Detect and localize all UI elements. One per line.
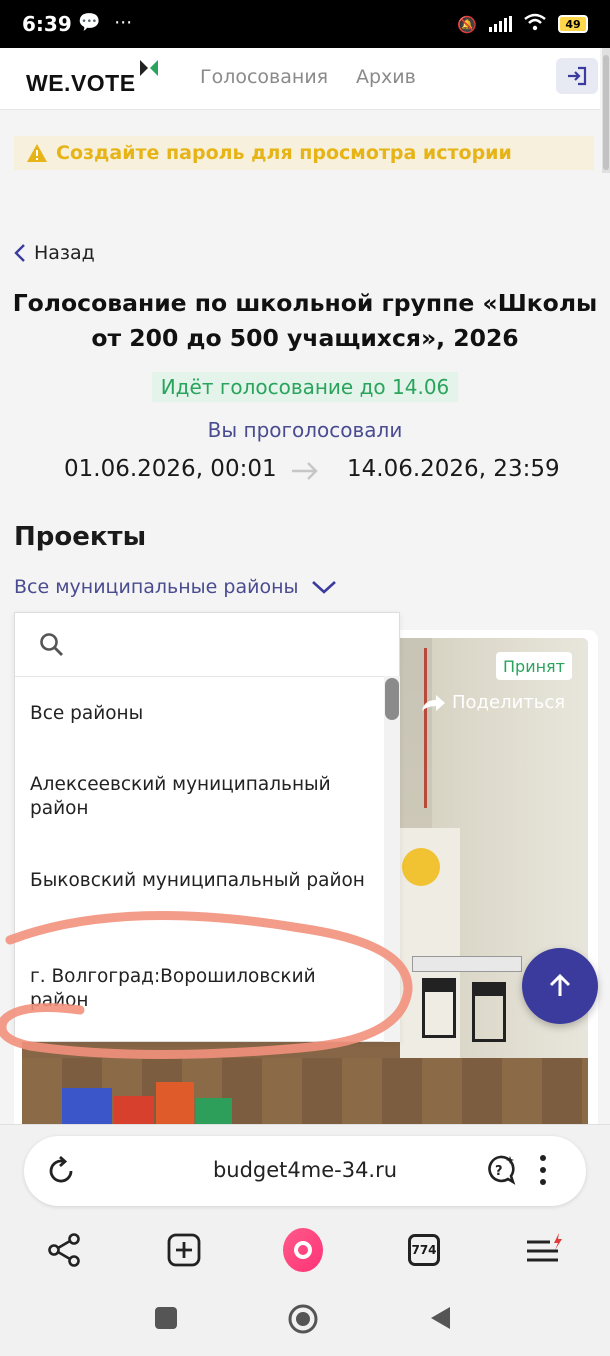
- chevron-down-icon: [311, 581, 336, 594]
- tabs-button[interactable]: 774: [404, 1230, 444, 1270]
- search-icon: [40, 632, 63, 656]
- logo-mark-icon: [140, 60, 158, 76]
- page-title: Голосование по школьной группе «Школы от…: [0, 286, 610, 356]
- back-triangle-icon[interactable]: [428, 1304, 452, 1332]
- svg-text:?: ?: [495, 1164, 503, 1179]
- voting-status-badge: Идёт голосование до 14.06: [152, 372, 458, 402]
- browser-menu-button[interactable]: [524, 1230, 564, 1270]
- home-icon[interactable]: [287, 1304, 319, 1334]
- arrow-up-icon: [549, 973, 571, 996]
- photo-sun-decal: [402, 848, 440, 886]
- start-date: 01.06.2026, 00:01: [64, 456, 277, 482]
- dropdown-scroll-thumb[interactable]: [385, 678, 399, 720]
- share-icon: [422, 694, 445, 711]
- tabs-count: 774: [408, 1234, 440, 1266]
- dropdown-option-voroshilovsky[interactable]: г. Волгоград:Ворошиловский район: [30, 965, 376, 1013]
- recent-apps-icon[interactable]: [154, 1304, 178, 1332]
- dropdown-scrollbar[interactable]: [384, 676, 400, 1042]
- wifi-icon: [524, 13, 546, 35]
- title-line-2: от 200 до 500 учащихся», 2026: [91, 324, 519, 352]
- nav-votes[interactable]: Голосования: [200, 66, 328, 88]
- mute-icon: 🔕: [457, 14, 477, 34]
- login-icon: [568, 66, 587, 86]
- voted-label: Вы проголосовали: [207, 418, 403, 442]
- signal-icon: [489, 16, 512, 32]
- plus-square-icon: [167, 1233, 201, 1267]
- nav-archive[interactable]: Архив: [356, 66, 416, 88]
- voting-dates: 01.06.2026, 00:01 14.06.2026, 23:59: [0, 456, 610, 486]
- district-search-input[interactable]: [77, 634, 377, 655]
- title-line-1: Голосование по школьной группе «Школы: [12, 289, 598, 317]
- hamburger-menu-icon: [527, 1233, 562, 1262]
- dropdown-search[interactable]: [15, 613, 399, 677]
- password-warning-banner[interactable]: Создайте пароль для просмотра истории: [14, 136, 594, 170]
- wevote-logo[interactable]: WE.VOTE: [26, 70, 136, 97]
- more-vertical-icon[interactable]: [538, 1154, 548, 1186]
- dropdown-option-bykovsky[interactable]: Быковский муниципальный район: [30, 869, 376, 893]
- share-nodes-icon: [48, 1233, 80, 1267]
- end-date: 14.06.2026, 23:59: [347, 456, 560, 482]
- dropdown-option-all-districts[interactable]: Все районы: [30, 702, 376, 726]
- chevron-left-icon: [14, 244, 25, 262]
- accepted-badge: Принят: [496, 652, 572, 680]
- photo-chair: [422, 978, 456, 1038]
- login-button[interactable]: [556, 58, 598, 94]
- back-label: Назад: [34, 242, 95, 264]
- share-label: Поделиться: [452, 692, 566, 713]
- projects-heading: Проекты: [14, 522, 147, 552]
- photo-table: [412, 956, 522, 972]
- district-filter-select[interactable]: Все муниципальные районы: [14, 576, 337, 598]
- photo-chair: [472, 982, 506, 1042]
- back-link[interactable]: Назад: [14, 242, 95, 264]
- alice-icon: [283, 1228, 323, 1272]
- new-tab-button[interactable]: [164, 1230, 204, 1270]
- chat-assistant-icon[interactable]: ?: [482, 1152, 518, 1188]
- arrow-right-icon: [292, 462, 318, 480]
- dropdown-option-alekseevsky[interactable]: Алексеевский муниципальный район: [30, 773, 376, 821]
- district-filter-value: Все муниципальные районы: [14, 576, 299, 598]
- address-bar[interactable]: budget4me-34.ru ?: [24, 1136, 586, 1206]
- battery-icon: 49: [558, 15, 588, 33]
- status-time: 6:39: [22, 12, 72, 36]
- page-scrollbar-thumb[interactable]: [603, 55, 609, 170]
- alice-assistant-button[interactable]: [283, 1228, 323, 1272]
- share-button[interactable]: Поделиться: [420, 692, 565, 713]
- share-page-button[interactable]: [44, 1230, 84, 1270]
- system-status-bar: 6:39 💬 ⋯ 🔕 49: [0, 0, 610, 48]
- photo-cable: [424, 648, 427, 808]
- scroll-to-top-button[interactable]: [522, 948, 598, 1024]
- notification-icons: 💬 ⋯: [78, 12, 137, 33]
- photo-toys: [62, 1078, 232, 1130]
- warning-text: Создайте пароль для просмотра истории: [56, 142, 512, 164]
- warning-icon: [27, 144, 47, 162]
